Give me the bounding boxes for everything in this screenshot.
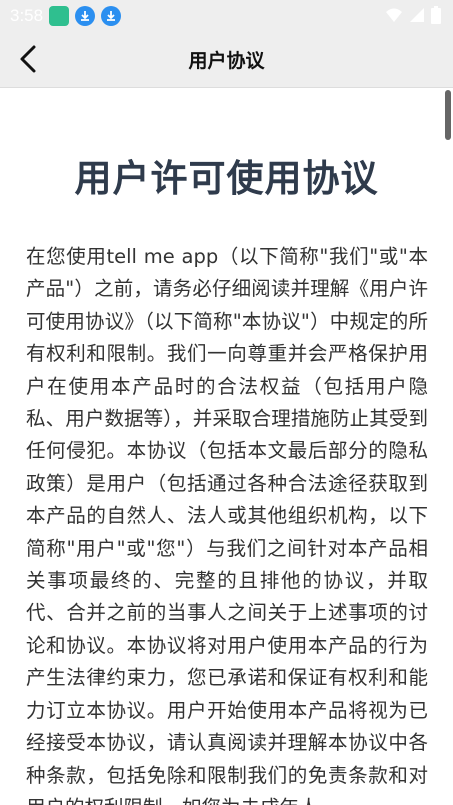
notification-icons xyxy=(49,6,122,26)
app-notification-icon xyxy=(49,6,70,26)
wifi-icon xyxy=(386,8,402,22)
app-header: 用户协议 xyxy=(0,32,453,88)
system-icons xyxy=(385,6,441,24)
agreement-content[interactable]: 用户许可使用协议 在您使用tell me app（以下简称"我们"或"本产品"）… xyxy=(0,88,453,805)
document-title: 用户许可使用协议 xyxy=(74,157,379,200)
download-icon xyxy=(75,6,96,26)
scrollbar[interactable] xyxy=(445,90,451,140)
signal-icon xyxy=(410,8,424,22)
document-body: 在您使用tell me app（以下简称"我们"或"本产品"）之前，请务必仔细阅… xyxy=(26,245,428,805)
page-title: 用户协议 xyxy=(188,50,265,72)
status-time: 3:58 xyxy=(10,6,44,25)
status-bar: 3:58 xyxy=(0,0,453,32)
download-icon xyxy=(101,6,122,26)
battery-icon xyxy=(431,6,441,24)
